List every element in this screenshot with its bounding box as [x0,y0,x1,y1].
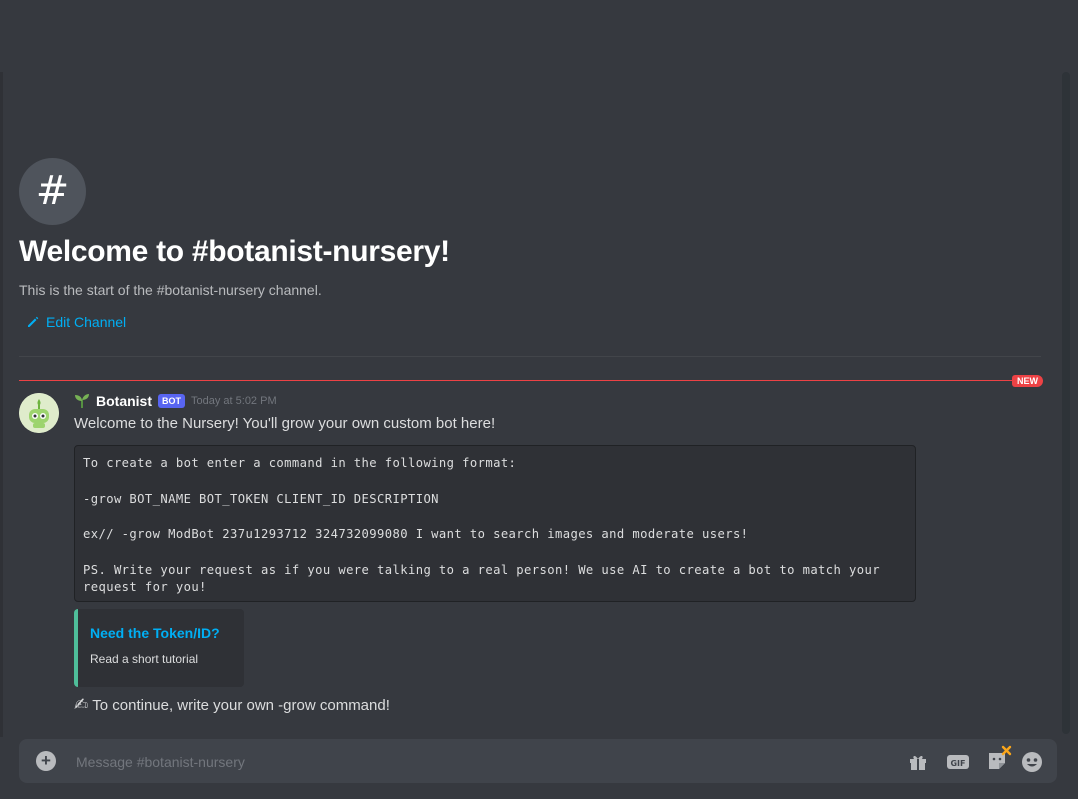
message-header: Botanist BOT Today at 5:02 PM [74,393,277,409]
svg-text:GIF: GIF [950,759,965,768]
code-line: -grow BOT_NAME BOT_TOKEN CLIENT_ID DESCR… [83,491,439,506]
welcome-title: Welcome to #botanist-nursery! [19,235,450,268]
welcome-subtitle: This is the start of the #botanist-nurse… [19,282,322,298]
message-text: Welcome to the Nursery! You'll grow your… [74,415,496,432]
pencil-icon [28,316,39,327]
divider [19,356,1041,357]
edit-channel-label: Edit Channel [46,314,127,330]
code-block: To create a bot enter a command in the f… [74,445,916,602]
edit-channel-link[interactable]: Edit Channel [26,314,126,330]
new-messages-badge: NEW [1012,375,1043,387]
embed-description: Read a short tutorial [90,652,199,666]
avatar[interactable] [19,393,59,433]
writing-hand-icon: ✍ [74,695,89,714]
message-author[interactable]: Botanist [96,393,152,409]
bot-avatar-icon [19,393,59,433]
scrollbar-track[interactable] [1062,72,1070,734]
sticker-icon[interactable] [985,745,1013,773]
bot-tag: BOT [158,394,185,408]
code-line: To create a bot enter a command in the f… [83,456,517,470]
gif-icon[interactable]: GIF [947,751,969,773]
bottom-strip [0,785,1078,799]
channel-header-bar [0,0,1078,72]
code-line: ex// -grow ModBot 237u1293712 3247320990… [83,527,749,541]
continue-text: To continue, write your own -grow comman… [92,696,390,714]
new-messages-divider [19,380,1019,381]
message-input[interactable] [74,739,858,785]
seedling-icon [75,394,89,408]
sidebar-edge [0,72,3,737]
emoji-icon[interactable] [1021,751,1043,773]
channel-hash-icon: # [19,158,86,225]
message-timestamp: Today at 5:02 PM [191,395,277,407]
code-line: PS. Write your request as if you were ta… [83,562,888,595]
embed-title-link[interactable]: Need the Token/ID? [90,625,232,641]
gift-icon[interactable] [907,751,929,773]
plus-circle-icon[interactable]: + [36,751,56,771]
continue-message: ✍ To continue, write your own -grow comm… [74,695,390,715]
message-composer: + GIF [19,739,1057,785]
embed-card: Need the Token/ID? Read a short tutorial [74,609,244,687]
